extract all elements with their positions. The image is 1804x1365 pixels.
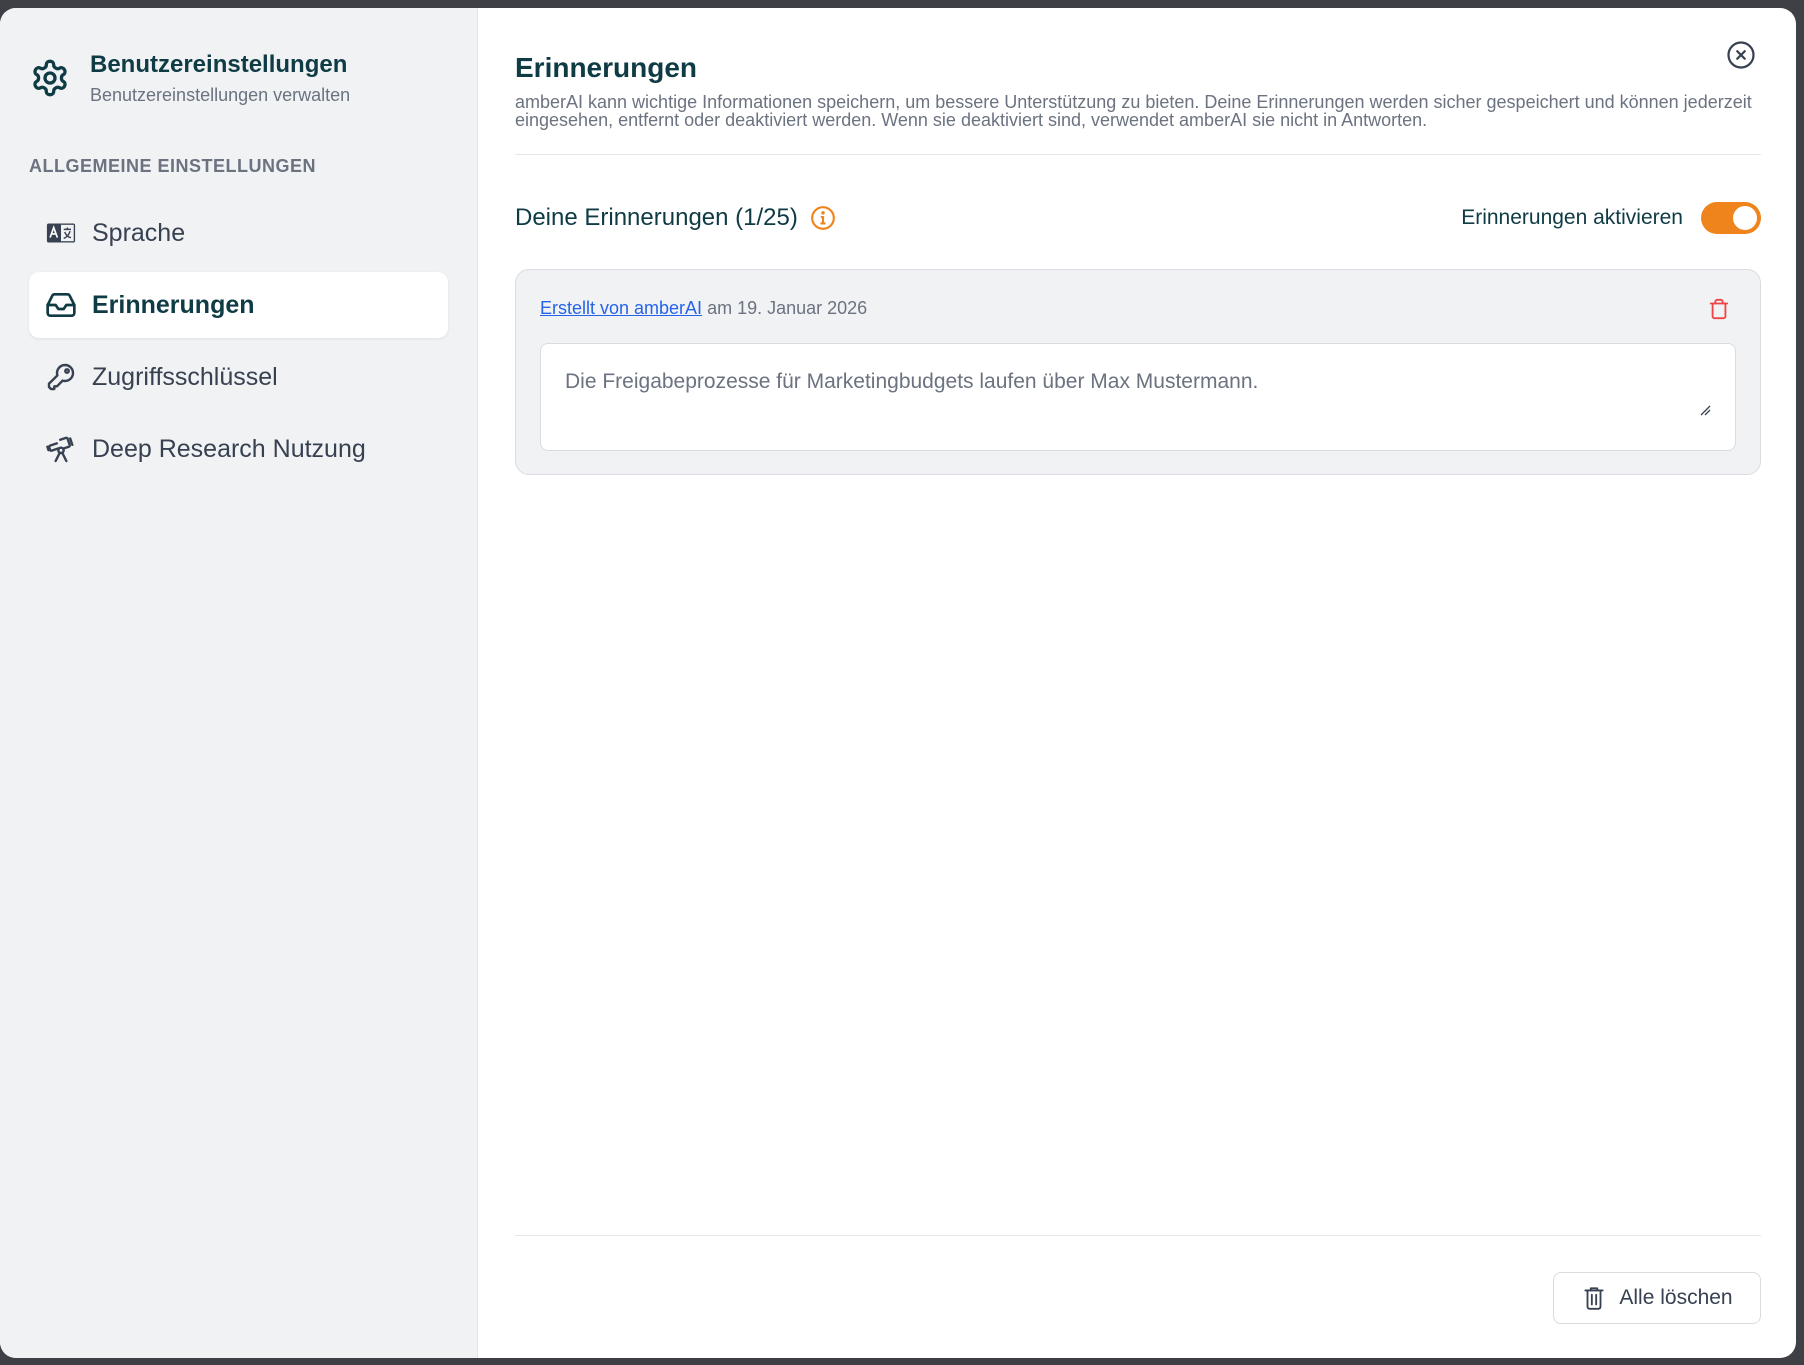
language-icon <box>45 217 77 249</box>
reminders-list-header: Deine Erinnerungen (1/25) Erinnerungen a… <box>515 200 1761 236</box>
memory-creator-link[interactable]: Erstellt von amberAI <box>540 298 702 318</box>
sidebar-item-language[interactable]: Sprache <box>29 200 448 266</box>
settings-nav: Sprache Erinnerungen Zugriffsschlüssel D… <box>29 200 448 488</box>
sidebar-item-label: Zugriffsschlüssel <box>92 362 278 391</box>
sidebar-item-label: Deep Research Nutzung <box>92 434 366 463</box>
reminders-panel: Erinnerungen amberAI kann wichtige Infor… <box>478 8 1796 1358</box>
sidebar-title: Benutzereinstellungen <box>90 51 348 78</box>
info-icon[interactable] <box>810 205 836 231</box>
reminders-count-title: Deine Erinnerungen (1/25) <box>515 204 798 231</box>
trash-icon <box>1581 1285 1607 1311</box>
sidebar-item-deep-research[interactable]: Deep Research Nutzung <box>29 416 448 482</box>
toggle-knob <box>1733 206 1757 230</box>
sidebar-header: Benutzereinstellungen Benutzereinstellun… <box>30 50 350 108</box>
sidebar-subtitle: Benutzereinstellungen verwalten <box>90 85 351 105</box>
key-icon <box>45 361 77 393</box>
sidebar-item-label: Sprache <box>92 218 186 247</box>
memory-text: Die Freigabeprozesse für Marketingbudget… <box>565 370 1259 393</box>
page-description: amberAI kann wichtige Informationen spei… <box>515 92 1752 130</box>
section-label-general: ALLGEMEINE EINSTELLUNGEN <box>29 156 317 176</box>
memory-textarea[interactable]: Die Freigabeprozesse für Marketingbudget… <box>540 343 1736 451</box>
footer-divider <box>515 1235 1761 1236</box>
delete-memory-icon[interactable] <box>1708 298 1730 320</box>
toggle-label: Erinnerungen aktivieren <box>1461 206 1683 229</box>
telescope-icon <box>45 433 77 465</box>
sidebar-item-access-keys[interactable]: Zugriffsschlüssel <box>29 344 448 410</box>
memory-card: Erstellt von amberAI am 19. Januar 2026 … <box>515 269 1761 475</box>
sidebar-item-label: Erinnerungen <box>92 290 255 319</box>
close-icon[interactable] <box>1726 40 1756 70</box>
resize-handle-icon[interactable] <box>1699 404 1711 416</box>
delete-all-label: Alle löschen <box>1619 1286 1733 1309</box>
reminders-toggle[interactable] <box>1701 202 1761 234</box>
delete-all-button[interactable]: Alle löschen <box>1553 1272 1761 1324</box>
page-title: Erinnerungen <box>515 52 698 83</box>
gear-icon <box>30 58 70 98</box>
inbox-icon <box>45 289 77 321</box>
settings-sidebar: Benutzereinstellungen Benutzereinstellun… <box>0 8 478 1358</box>
memory-date: am 19. Januar 2026 <box>707 298 868 318</box>
sidebar-item-reminders[interactable]: Erinnerungen <box>29 272 448 338</box>
settings-modal: Benutzereinstellungen Benutzereinstellun… <box>0 8 1796 1358</box>
header-divider <box>515 154 1761 155</box>
memory-meta: Erstellt von amberAI am 19. Januar 2026 <box>540 298 867 319</box>
